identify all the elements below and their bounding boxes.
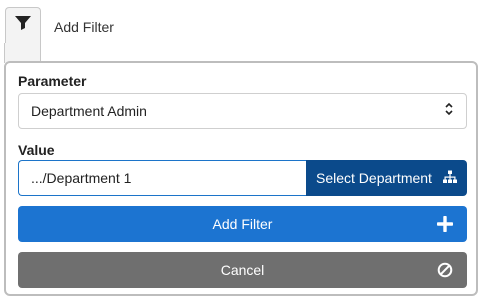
add-filter-title: Add Filter: [54, 19, 114, 35]
filter-icon: [14, 14, 32, 37]
add-filter-button[interactable]: Add Filter: [18, 206, 467, 242]
parameter-label: Parameter: [18, 73, 87, 89]
select-department-button[interactable]: Select Department: [306, 160, 467, 196]
sort-icon: [444, 102, 454, 121]
cancel-button[interactable]: Cancel: [18, 252, 467, 288]
plus-icon: [435, 214, 455, 234]
parameter-select[interactable]: Department Admin: [18, 93, 467, 129]
sitemap-icon: [443, 170, 457, 187]
value-label: Value: [18, 142, 55, 158]
select-department-label: Select Department: [316, 170, 432, 186]
cancel-button-label: Cancel: [220, 262, 265, 278]
add-filter-button-label: Add Filter: [212, 216, 273, 232]
parameter-selected-value: Department Admin: [31, 103, 147, 119]
value-input-group: Select Department: [18, 160, 467, 196]
filter-toggle-button[interactable]: [5, 7, 41, 43]
value-input[interactable]: [18, 160, 306, 196]
ban-icon: [435, 260, 455, 280]
popover-connector: [4, 43, 41, 63]
